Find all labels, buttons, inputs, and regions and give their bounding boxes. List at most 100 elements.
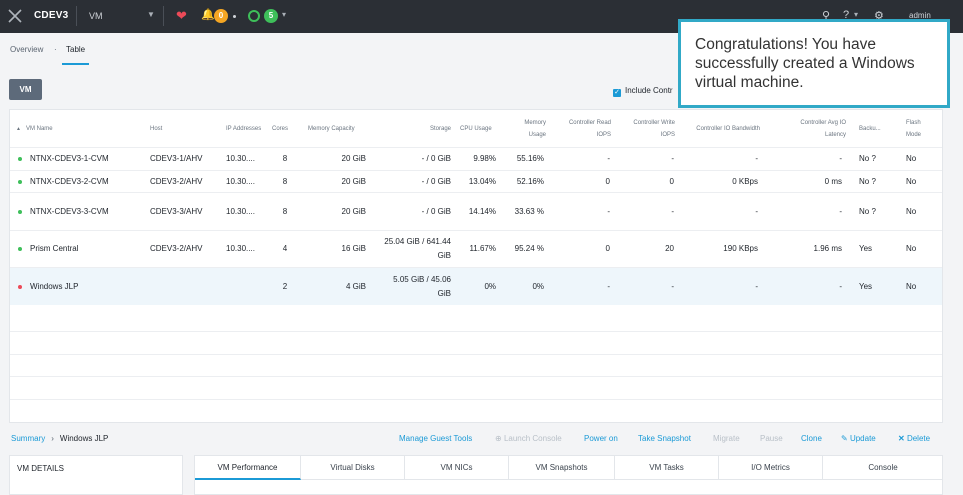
migrate-button[interactable]: Migrate — [713, 434, 740, 443]
cell-bandwidth: 0 KBps — [732, 176, 758, 186]
column-header-write-iops[interactable]: Controller Write IOPS — [620, 110, 675, 148]
section-selector[interactable]: VM — [89, 11, 103, 21]
tab-io-metrics[interactable]: I/O Metrics — [719, 456, 823, 480]
column-header-cores[interactable]: Cores — [272, 110, 300, 148]
table-row[interactable]: NTNX-CDEV3-2-CVM CDEV3-2/AHV 10.30.... 8 20 … — [10, 170, 942, 192]
cell-read-iops: - — [607, 206, 610, 216]
breadcrumb-summary[interactable]: Summary — [11, 434, 45, 443]
column-header-io-bandwidth[interactable]: Controller IO Bandwidth — [682, 110, 760, 148]
breadcrumb-chevron-icon: › — [51, 434, 54, 443]
tab-vm-performance[interactable]: VM Performance — [195, 456, 301, 480]
cell-name[interactable]: Windows JLP — [18, 268, 150, 305]
cell-write-iops: 0 — [669, 176, 674, 186]
sort-asc-icon[interactable]: ▲ — [16, 123, 21, 135]
clone-button[interactable]: Clone — [801, 434, 822, 443]
tooltip-message: Congratulations! You have successfully c… — [695, 36, 915, 91]
update-button[interactable]: ✎ Update — [841, 434, 876, 443]
table-row[interactable]: NTNX-CDEV3-1-CVM CDEV3-1/AHV 10.30.... 8 20 … — [10, 147, 942, 170]
column-header-host[interactable]: Host — [150, 110, 210, 148]
tab-console[interactable]: Console — [823, 456, 943, 480]
divider — [76, 6, 77, 26]
tasks-ring-icon[interactable] — [248, 10, 260, 22]
tutorial-tooltip: Congratulations! You have successfully c… — [678, 19, 950, 108]
manage-guest-tools-button[interactable]: Manage Guest Tools — [399, 434, 472, 443]
cell-mem-usage: 52.16% — [516, 176, 544, 186]
health-heart-icon[interactable]: ❤ — [176, 8, 187, 24]
chevron-down-icon[interactable]: ▾ — [854, 10, 858, 19]
cell-backup: No ? — [859, 176, 876, 186]
cell-cores: 4 — [282, 244, 288, 253]
cluster-name[interactable]: CDEV3 — [34, 10, 68, 21]
alert-bell-icon[interactable]: 🔔 — [201, 8, 215, 21]
power-on-button[interactable]: Power on — [584, 434, 618, 443]
cell-backup: No ? — [859, 154, 876, 163]
column-header-storage[interactable]: Storage — [400, 110, 451, 148]
cell-host: CDEV3-1/AHV — [150, 154, 203, 163]
launch-console-button[interactable]: ⊕ Launch Console — [495, 434, 562, 443]
pause-button[interactable]: Pause — [760, 434, 783, 443]
tab-overview[interactable]: Overview — [10, 45, 43, 54]
cell-name[interactable]: NTNX-CDEV3-2-CVM — [18, 171, 150, 192]
close-icon: ✕ — [898, 434, 907, 443]
column-header-vm-name[interactable]: ▲ VM Name — [16, 110, 146, 148]
cell-latency: 1.96 ms — [813, 244, 842, 253]
cell-ip: 10.30.... — [226, 176, 255, 186]
tab-vm-nics[interactable]: VM NICs — [405, 456, 509, 480]
cell-write-iops: 20 — [665, 244, 674, 253]
cell-cores: 8 — [282, 206, 288, 216]
cell-bandwidth: - — [755, 154, 758, 163]
vm-details-panel: VM DETAILS — [9, 455, 183, 495]
cell-name[interactable]: NTNX-CDEV3-3-CVM — [18, 193, 150, 230]
cell-bandwidth: 190 KBps — [723, 244, 758, 253]
table-row[interactable]: NTNX-CDEV3-3-CVM CDEV3-3/AHV 10.30.... 8 20 … — [10, 192, 942, 230]
tab-vm-tasks[interactable]: VM Tasks — [615, 456, 719, 480]
empty-row-divider — [10, 399, 942, 400]
active-tab-indicator — [62, 63, 89, 65]
cell-name[interactable]: Prism Central — [18, 231, 150, 267]
cell-host: CDEV3-2/AHV — [150, 176, 203, 186]
nutanix-logo-icon[interactable] — [8, 9, 22, 23]
cell-read-iops: - — [607, 281, 610, 291]
include-controller-checkbox[interactable]: ✓ Include Contr — [613, 86, 673, 97]
chevron-down-icon[interactable]: ▾ — [282, 10, 286, 19]
cell-mem-usage: 55.16% — [516, 154, 544, 163]
column-header-memory-usage[interactable]: Memory Usage — [512, 110, 546, 148]
column-header-io-latency[interactable]: Controller Avg IO Latency — [782, 110, 846, 148]
create-vm-button[interactable]: VM — [9, 79, 42, 100]
cell-ip: 10.30.... — [226, 244, 255, 253]
cell-write-iops: - — [671, 281, 674, 291]
table-row[interactable]: Prism Central CDEV3-2/AHV 10.30.... 4 16 GiB… — [10, 230, 942, 267]
power-status-dot-icon — [18, 179, 22, 184]
column-header-read-iops[interactable]: Controller Read IOPS — [555, 110, 611, 148]
column-header-ip[interactable]: IP Addresses — [226, 110, 266, 148]
column-header-memory-capacity[interactable]: Memory Capacity — [308, 110, 370, 148]
column-header-flash-mode[interactable]: Flash Mode — [906, 110, 934, 148]
cell-memory: 20 GiB — [341, 206, 366, 216]
cell-bandwidth: - — [755, 206, 758, 216]
tab-virtual-disks[interactable]: Virtual Disks — [301, 456, 405, 480]
tab-table[interactable]: Table — [66, 45, 85, 54]
column-header-backup[interactable]: Backu... — [859, 110, 891, 148]
cell-host — [150, 268, 220, 305]
chevron-down-icon[interactable]: ▼ — [147, 10, 155, 19]
column-header-cpu-usage[interactable]: CPU Usage — [460, 110, 504, 148]
tab-vm-snapshots[interactable]: VM Snapshots — [509, 456, 615, 480]
cell-storage: - / 0 GiB — [421, 206, 451, 216]
cell-cpu: 9.98% — [473, 154, 496, 163]
take-snapshot-button[interactable]: Take Snapshot — [638, 434, 691, 443]
cell-read-iops: - — [607, 154, 610, 163]
table-row[interactable]: Windows JLP 2 4 GiB 5.05 GiB / 45.06 GiB 0% 0… — [10, 267, 942, 305]
cell-name[interactable]: NTNX-CDEV3-1-CVM — [18, 148, 150, 170]
alert-count-badge[interactable]: 0 — [214, 9, 228, 23]
tab-separator: · — [54, 45, 57, 54]
checkbox-checked-icon[interactable]: ✓ — [613, 89, 621, 97]
delete-button[interactable]: ✕ Delete — [898, 434, 930, 443]
cell-storage: 25.04 GiB / 641.44 GiB — [384, 237, 451, 260]
breadcrumb-current: Windows JLP — [59, 434, 109, 443]
cell-host: CDEV3-3/AHV — [150, 206, 203, 216]
console-icon: ⊕ — [495, 434, 504, 443]
cell-cpu: 14.14% — [468, 206, 496, 216]
pencil-icon: ✎ — [841, 434, 850, 443]
cell-cpu: 13.04% — [468, 176, 496, 186]
task-count-badge[interactable]: 5 — [264, 9, 278, 23]
